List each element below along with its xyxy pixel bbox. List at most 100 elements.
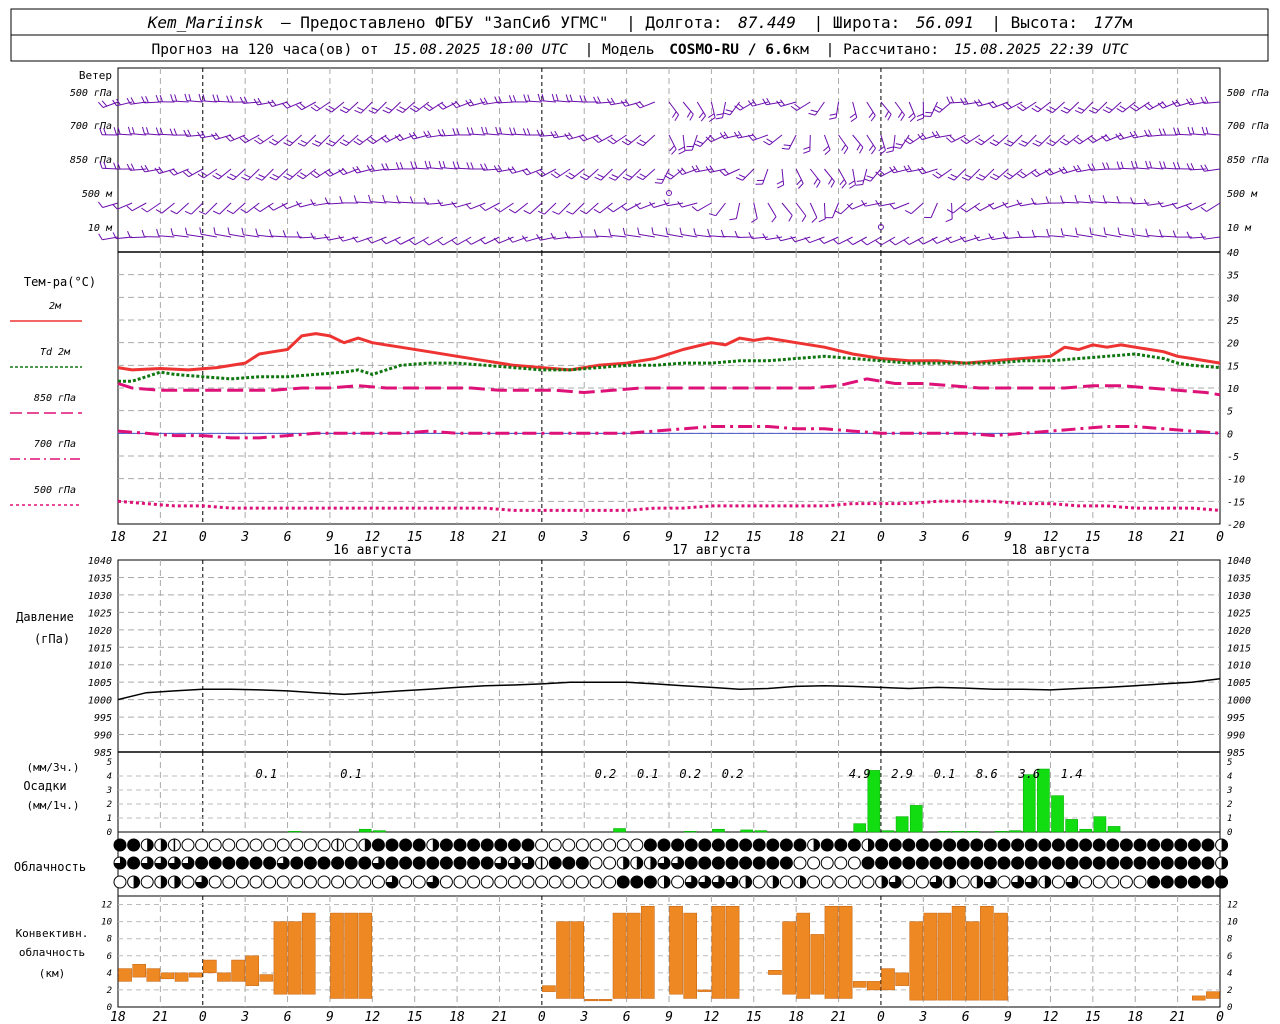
cloud-symbol <box>290 856 304 870</box>
wind-barb <box>259 202 274 213</box>
wind-barb <box>995 168 1009 181</box>
cloud-symbol <box>548 856 562 870</box>
precip-bar <box>1093 816 1107 833</box>
cloud-symbol <box>643 856 657 870</box>
wind-barb-feather <box>816 181 821 188</box>
cloud-symbol-fill <box>726 857 738 869</box>
convective-bar <box>725 905 740 999</box>
wind-barb-feather <box>592 137 599 143</box>
precip-3h-total: 3.6 <box>1017 767 1040 781</box>
lat-label: | Широта: <box>814 13 901 32</box>
wind-barb-feather <box>479 238 486 245</box>
wind-barb <box>681 202 698 208</box>
cloud-symbol-outline <box>235 875 249 889</box>
wind-barb-feather <box>671 148 677 155</box>
cloud-symbol <box>127 856 141 870</box>
wind-level-label-right: 700 гПа <box>1227 121 1269 132</box>
wind-barb-feather <box>829 113 837 116</box>
cloud-symbol-fill <box>780 857 793 869</box>
wind-barb <box>739 101 755 111</box>
wind-barb <box>639 233 655 238</box>
wind-barb-feather <box>708 117 716 122</box>
convective-title-2: облачность <box>19 946 85 959</box>
cloud-symbol-outline <box>847 856 861 870</box>
wind-barb-feather <box>296 174 304 180</box>
cloud-symbol-fill <box>821 839 834 851</box>
cloud-symbol <box>1187 856 1201 870</box>
cloud-symbol <box>616 875 630 889</box>
wind-barb <box>668 101 680 116</box>
time-axis-top-tick-label: 0 <box>538 530 546 545</box>
cloud-symbol-outline <box>616 838 630 852</box>
wind-barb-feather <box>512 95 517 103</box>
wind-barb-feather <box>1063 138 1070 143</box>
convective-unit: (км) <box>39 967 66 980</box>
wind-barb <box>612 202 627 213</box>
cloud-symbol-outline <box>1051 875 1065 889</box>
cloud-symbol <box>344 875 358 889</box>
wind-barb-feather <box>992 173 1000 178</box>
wind-barb-feather <box>269 176 277 181</box>
wind-barb <box>1076 201 1093 204</box>
wind-barb-feather <box>126 205 133 212</box>
wind-barb <box>456 236 472 246</box>
legend-label: 500 гПа <box>34 485 76 496</box>
wind-barb <box>1133 167 1150 170</box>
wind-barb-feather <box>271 138 279 143</box>
cloud-symbol-fill <box>902 839 915 851</box>
wind-barb-feather <box>523 94 527 102</box>
wind-barb <box>246 202 260 214</box>
wind-barb-feather <box>622 176 630 181</box>
convective-bar <box>937 912 952 1001</box>
convective-tick-left: 4 <box>107 969 112 979</box>
wind-barb <box>642 134 656 147</box>
wind-barb-feather <box>141 207 148 213</box>
wind-barb <box>356 201 373 204</box>
wind-barb-feather <box>1145 160 1149 168</box>
wind-barb <box>1119 167 1136 170</box>
cloud-symbol <box>915 838 929 852</box>
wind-barb-feather <box>737 103 744 109</box>
wind-barb-feather <box>1163 161 1167 169</box>
wind-barb-feather <box>240 208 247 214</box>
wind-barb-feather <box>708 213 716 217</box>
wind-barb-feather <box>1077 164 1082 172</box>
cloud-symbol-outline <box>548 875 562 889</box>
cloud-symbol-fill <box>399 857 412 869</box>
wind-barb-feather <box>353 195 357 203</box>
cloud-symbol-outline <box>603 838 617 852</box>
wind-barb <box>722 101 727 118</box>
wind-barb-feather <box>776 100 782 107</box>
wind-barb-feather <box>564 133 570 140</box>
wind-barb <box>1189 133 1206 136</box>
precip-bar <box>1065 819 1078 833</box>
wind-barb-feather <box>342 106 350 111</box>
cloud-symbol-outline <box>1133 875 1147 889</box>
cloud-symbol-fill <box>745 876 752 888</box>
wind-barb <box>1149 101 1164 111</box>
cloud-symbol-outline <box>358 875 372 889</box>
wind-barb <box>599 202 613 214</box>
cloud-symbol <box>426 875 440 889</box>
cloud-symbol <box>589 838 603 852</box>
wind-barb-feather <box>508 208 516 214</box>
wind-barb-feather <box>380 238 387 245</box>
wind-barb <box>624 234 641 238</box>
wind-barb-feather <box>935 171 943 177</box>
cloud-symbol-fill <box>1025 857 1038 869</box>
wind-barb-feather <box>267 205 274 211</box>
cloud-symbol <box>820 856 834 870</box>
wind-barb-feather <box>173 128 178 136</box>
cloud-symbol-outline <box>1079 875 1093 889</box>
wind-barb-feather <box>156 228 160 236</box>
wind-barb <box>610 234 627 238</box>
wind-barb-feather <box>681 167 687 174</box>
cloud-symbol-fill <box>1120 857 1133 869</box>
wind-barb-feather <box>313 104 321 110</box>
cloud-symbol <box>371 875 385 889</box>
precip-bar <box>754 830 768 833</box>
cloud-symbol <box>113 875 127 889</box>
cloud-symbol <box>711 856 725 870</box>
cloud-symbol <box>752 856 766 870</box>
cloud-symbol <box>154 856 168 870</box>
